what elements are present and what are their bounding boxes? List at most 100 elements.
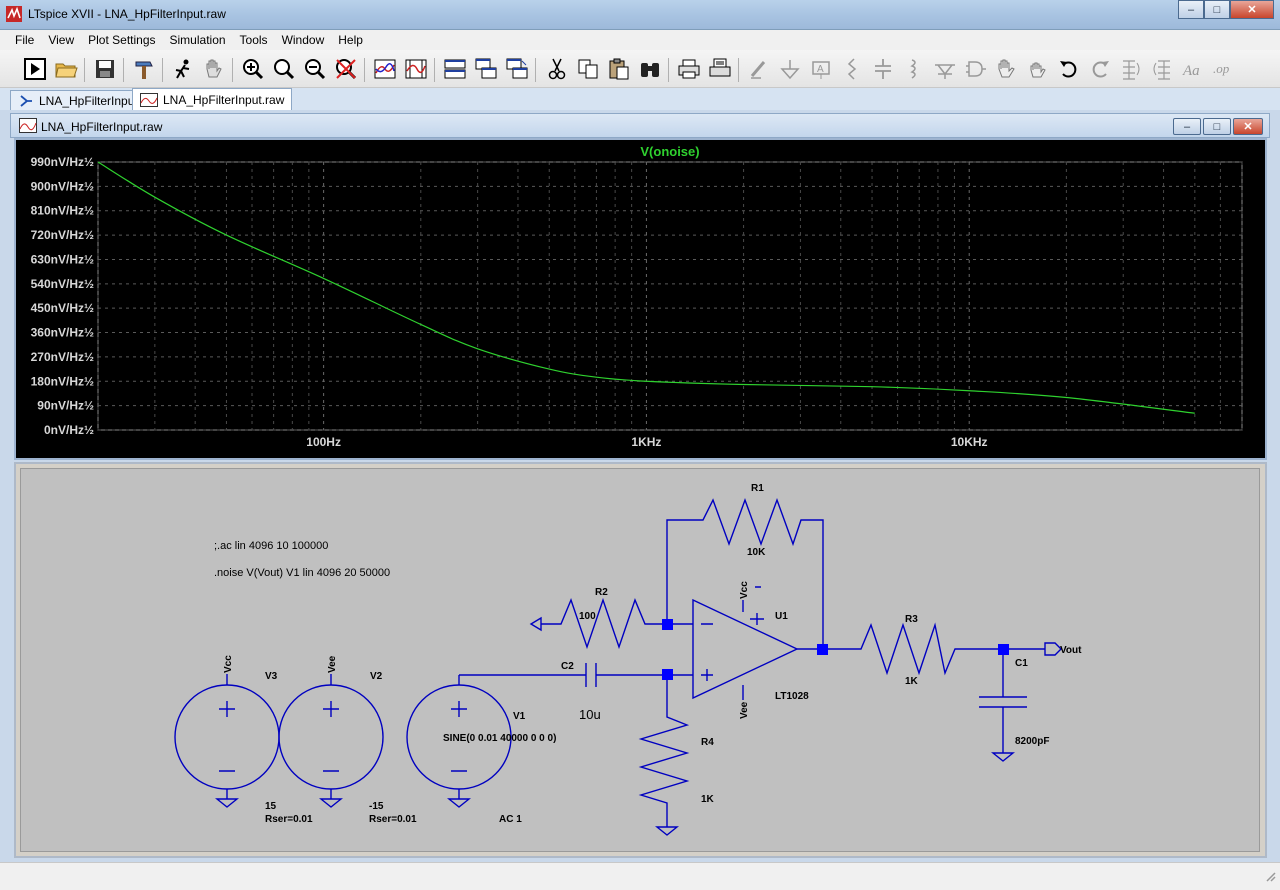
y-tick-label: 90nV/Hz½ xyxy=(37,399,94,413)
tab-schematic[interactable]: LNA_HpFilterInput xyxy=(10,90,146,110)
zoom-area-icon[interactable] xyxy=(271,56,297,82)
waveform-icon xyxy=(19,118,37,133)
wire-icon[interactable] xyxy=(746,56,772,82)
hammer-icon[interactable] xyxy=(131,56,157,82)
r3-value: 1K xyxy=(905,676,919,687)
plot-minimize-button[interactable]: – xyxy=(1173,118,1201,135)
waveform-plot[interactable]: 990nV/Hz½ 900nV/Hz½ 810nV/Hz½ 720nV/Hz½ 630n… xyxy=(14,138,1267,460)
ltspice-app-icon[interactable] xyxy=(6,6,22,22)
plot-window-title: LNA_HpFilterInput.raw xyxy=(41,120,163,134)
zoom-in-icon[interactable] xyxy=(240,56,266,82)
zoom-fit-icon[interactable] xyxy=(333,56,359,82)
plot-maximize-button[interactable]: □ xyxy=(1203,118,1231,135)
c1-value: 8200pF xyxy=(1015,736,1049,747)
r4-value: 1K xyxy=(701,794,715,805)
probe-icon[interactable] xyxy=(170,56,196,82)
v2-name: V2 xyxy=(370,671,383,682)
text-icon[interactable]: Aa xyxy=(1180,56,1206,82)
waveform-chart[interactable]: 990nV/Hz½ 900nV/Hz½ 810nV/Hz½ 720nV/Hz½ 630n… xyxy=(16,140,1265,458)
find-icon[interactable] xyxy=(637,56,663,82)
menu-window[interactable]: Window xyxy=(275,33,332,47)
run-icon[interactable] xyxy=(22,56,48,82)
close-button[interactable]: ✕ xyxy=(1230,0,1274,19)
svg-text:Aa: Aa xyxy=(1182,63,1200,79)
plot-window-titlebar: LNA_HpFilterInput.raw – □ ✕ xyxy=(10,113,1270,138)
cascade-icon[interactable] xyxy=(473,56,499,82)
junction-dot xyxy=(817,644,828,655)
print-preview-icon[interactable] xyxy=(707,56,733,82)
v3-rser: Rser=0.01 xyxy=(265,814,313,825)
spice-directive-icon[interactable]: .op xyxy=(1211,56,1237,82)
ground-icon[interactable] xyxy=(777,56,803,82)
net-label-vee-u1: Vee xyxy=(739,701,750,719)
maximize-button[interactable]: □ xyxy=(1204,0,1230,19)
minimize-icon: – xyxy=(1183,120,1191,133)
document-tabs: LNA_HpFilterInput LNA_HpFilterInput.raw xyxy=(0,88,1280,110)
pan-hand-icon[interactable] xyxy=(201,56,227,82)
x-tick-label: 10KHz xyxy=(951,435,988,449)
drag-hand-icon[interactable] xyxy=(1025,56,1051,82)
junction-dot xyxy=(662,619,673,630)
maximize-icon: □ xyxy=(1213,120,1221,133)
minimize-icon: – xyxy=(1187,3,1195,16)
inductor-icon[interactable] xyxy=(901,56,927,82)
component-icon[interactable] xyxy=(963,56,989,82)
resistor-icon[interactable] xyxy=(839,56,865,82)
y-tick-label: 540nV/Hz½ xyxy=(31,277,94,291)
window-title: LTspice XVII - LNA_HpFilterInput.raw xyxy=(28,7,226,21)
tile-horizontal-icon[interactable] xyxy=(442,56,468,82)
c1-name: C1 xyxy=(1015,658,1028,669)
menu-simulation[interactable]: Simulation xyxy=(163,33,233,47)
y-tick-label: 900nV/Hz½ xyxy=(31,179,94,193)
zoom-out-icon[interactable] xyxy=(302,56,328,82)
move-hand-icon[interactable] xyxy=(994,56,1020,82)
redo-icon[interactable] xyxy=(1087,56,1113,82)
schematic-canvas[interactable]: ;.ac lin 4096 10 100000 .noise V(Vout) V… xyxy=(20,468,1260,852)
menu-help[interactable]: Help xyxy=(331,33,370,47)
save-icon[interactable] xyxy=(92,56,118,82)
paste-icon[interactable] xyxy=(606,56,632,82)
plot-close-button[interactable]: ✕ xyxy=(1233,118,1263,135)
print-icon[interactable] xyxy=(676,56,702,82)
menu-plot-settings[interactable]: Plot Settings xyxy=(81,33,162,47)
y-tick-label: 0nV/Hz½ xyxy=(44,423,94,437)
y-tick-label: 630nV/Hz½ xyxy=(31,252,94,266)
tab-waveform[interactable]: LNA_HpFilterInput.raw xyxy=(132,88,293,110)
diode-icon[interactable] xyxy=(932,56,958,82)
v1-name: V1 xyxy=(513,711,526,722)
schematic-icon xyxy=(20,94,32,107)
copy-icon[interactable] xyxy=(575,56,601,82)
y-tick-label: 450nV/Hz½ xyxy=(31,301,94,315)
tile-vertical-icon[interactable] xyxy=(504,56,530,82)
junction-dot xyxy=(662,669,673,680)
v3-name: V3 xyxy=(265,671,278,682)
resize-grip-icon[interactable] xyxy=(1261,867,1277,885)
markers-icon[interactable] xyxy=(403,56,429,82)
r4-name: R4 xyxy=(701,737,714,748)
r1-name: R1 xyxy=(751,483,764,494)
menu-tools[interactable]: Tools xyxy=(233,33,275,47)
label-icon[interactable]: A xyxy=(808,56,834,82)
spice-directive-noise[interactable]: .noise V(Vout) V1 lin 4096 20 50000 xyxy=(214,567,390,579)
undo-icon[interactable] xyxy=(1056,56,1082,82)
y-tick-label: 990nV/Hz½ xyxy=(31,155,94,169)
trace-title: V(onoise) xyxy=(640,144,699,159)
menu-file[interactable]: File xyxy=(8,33,41,47)
u1-name: U1 xyxy=(775,611,788,622)
mirror-icon[interactable] xyxy=(1149,56,1175,82)
rotate-icon[interactable] xyxy=(1118,56,1144,82)
x-tick-label: 1KHz xyxy=(631,435,661,449)
spice-directive-ac[interactable]: ;.ac lin 4096 10 100000 xyxy=(214,540,328,552)
schematic-drawing[interactable]: ;.ac lin 4096 10 100000 .noise V(Vout) V… xyxy=(21,469,1259,851)
menu-view[interactable]: View xyxy=(41,33,81,47)
open-icon[interactable] xyxy=(53,56,79,82)
minimize-button[interactable]: – xyxy=(1178,0,1204,19)
junction-dot xyxy=(998,644,1009,655)
capacitor-icon[interactable] xyxy=(870,56,896,82)
waveform-icon xyxy=(140,92,158,107)
r3-name: R3 xyxy=(905,614,918,625)
cut-icon[interactable] xyxy=(544,56,570,82)
r2-value: 100 xyxy=(579,611,596,622)
autorange-icon[interactable] xyxy=(372,56,398,82)
u1-value: LT1028 xyxy=(775,691,809,702)
